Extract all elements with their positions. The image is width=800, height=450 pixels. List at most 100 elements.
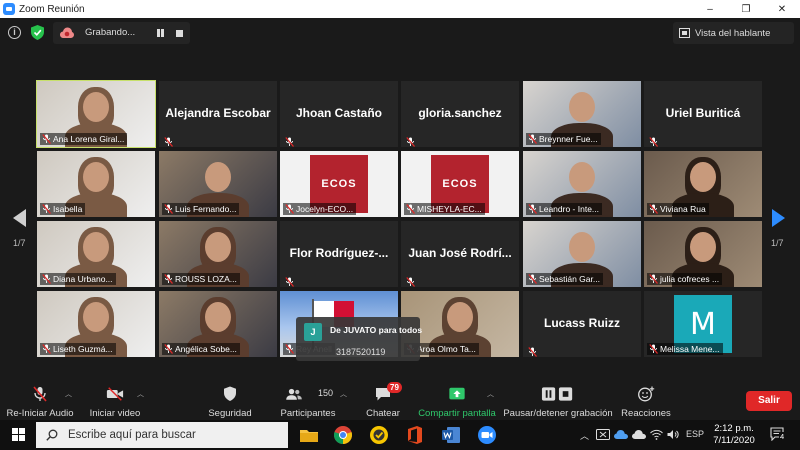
norton-icon[interactable] (369, 425, 389, 445)
participant-label-text: Sebastián Gar... (539, 274, 600, 284)
pause-recording-icon[interactable] (156, 28, 166, 38)
audio-options-caret[interactable]: ︿ (65, 389, 72, 399)
chat-notification[interactable]: J De JUVATO para todos 3187520119 (296, 317, 422, 361)
stop-recording-icon[interactable] (176, 30, 183, 37)
participant-tile[interactable]: julia cofreces ... (644, 221, 762, 287)
previous-page-arrow[interactable] (13, 209, 26, 227)
muted-mic-icon (164, 274, 173, 284)
muted-mic-icon (528, 344, 537, 357)
speaker-view-button[interactable]: Vista del hablante (673, 22, 794, 44)
windows-taskbar: ︿ ESP 2:12 p.m. 7/11/2020 4 (0, 420, 800, 450)
muted-mic-icon (406, 204, 415, 214)
participants-icon (286, 388, 303, 400)
pause-stop-icon (541, 387, 573, 401)
participant-tile[interactable]: Breynner Fue... (523, 81, 641, 147)
participant-label: ROUSS LOZA... (162, 273, 240, 285)
participant-tile[interactable]: Angélica Sobe... (159, 291, 277, 357)
participant-label: Luis Fernando... (162, 203, 240, 215)
wifi-icon[interactable] (650, 429, 663, 440)
participants-button[interactable]: Participantes (274, 378, 342, 420)
participant-tile[interactable]: M Melissa Mene... (644, 291, 762, 357)
meeting-info-icon[interactable]: i (8, 26, 21, 39)
tray-cloud-icon[interactable] (632, 429, 646, 440)
security-button[interactable]: Seguridad (200, 378, 260, 420)
volume-icon[interactable] (667, 429, 680, 440)
participant-tile[interactable]: Sebastián Gar... (523, 221, 641, 287)
share-options-caret[interactable]: ︿ (487, 389, 494, 399)
participant-label-text: Aroa Olmo Ta... (417, 344, 476, 354)
speaker-view-icon (679, 28, 690, 38)
page-indicator-left: 1/7 (13, 238, 26, 248)
muted-mic-icon (406, 134, 415, 147)
participant-label-text: julia cofreces ... (660, 274, 720, 284)
meeting-toolbar: Re-Iniciar Audio ︿ Iniciar video ︿ Segur… (0, 378, 800, 420)
participant-label-text: Jocelyn-ECO... (296, 204, 354, 214)
taskbar-clock[interactable]: 2:12 p.m. 7/11/2020 (708, 423, 760, 447)
participant-label-text: Luis Fernando... (175, 204, 237, 214)
participant-label-text: Angélica Sobe... (175, 344, 237, 354)
tray-keyboard-icon[interactable] (596, 429, 610, 440)
participant-label-text: Liseth Guzmá... (53, 344, 113, 354)
share-screen-label: Compartir pantalla (418, 408, 496, 419)
participant-tile[interactable]: Diana Urbano... (37, 221, 155, 287)
muted-mic-icon (649, 134, 658, 147)
participant-tile[interactable]: Flor Rodríguez-... (280, 221, 398, 287)
participant-label: Isabella (40, 203, 86, 215)
cloud-recording-icon (60, 27, 74, 38)
input-language[interactable]: ESP (686, 429, 704, 439)
close-button[interactable]: ✕ (764, 0, 800, 18)
participant-label: Diana Urbano... (40, 273, 116, 285)
muted-mic-icon (649, 204, 658, 214)
pause-stop-recording-button[interactable]: Pausar/detener grabación (503, 378, 613, 420)
participant-tile[interactable]: Lucass Ruizz (523, 291, 641, 357)
audio-button[interactable]: Re-Iniciar Audio (0, 378, 80, 420)
office-icon[interactable] (405, 425, 425, 445)
action-center-button[interactable]: 4 (770, 427, 786, 442)
participant-label-text: Melissa Mene... (660, 344, 720, 354)
participant-tile[interactable]: Viviana Rua (644, 151, 762, 217)
share-screen-button[interactable]: Compartir pantalla (414, 378, 500, 420)
minimize-button[interactable]: – (692, 0, 728, 18)
participant-tile[interactable]: Ana Lorena Giral... (36, 80, 156, 148)
muted-mic-icon (528, 134, 537, 144)
windows-start-icon[interactable] (12, 428, 25, 441)
participant-label: MISHEYLA-EC... (404, 203, 485, 215)
participant-tile[interactable]: Liseth Guzmá... (37, 291, 155, 357)
participant-tile[interactable]: ECOS Jocelyn-ECO... (280, 151, 398, 217)
participant-tile[interactable]: Luis Fernando... (159, 151, 277, 217)
leave-meeting-button[interactable]: Salir (746, 391, 792, 411)
participant-tile[interactable]: ECOS MISHEYLA-EC... (401, 151, 519, 217)
chat-unread-badge: 79 (387, 382, 402, 393)
reactions-button[interactable]: Reacciones (620, 378, 672, 420)
participant-label: Sebastián Gar... (526, 273, 603, 285)
window-title: Zoom Reunión (19, 3, 85, 15)
participants-options-caret[interactable]: ︿ (340, 389, 347, 399)
muted-mic-icon (649, 344, 658, 354)
word-icon[interactable] (441, 425, 461, 445)
muted-mic-icon (164, 204, 173, 214)
participant-tile[interactable]: Isabella (37, 151, 155, 217)
encryption-shield-icon[interactable] (31, 25, 44, 40)
participant-label: Breynner Fue... (526, 133, 601, 145)
participant-label-text: Breynner Fue... (539, 134, 598, 144)
participant-label-text: Isabella (53, 204, 83, 214)
video-button[interactable]: Iniciar video (84, 378, 146, 420)
video-options-caret[interactable]: ︿ (137, 389, 144, 399)
next-page-arrow[interactable] (772, 209, 785, 227)
participant-tile[interactable]: Uriel Buriticá (644, 81, 762, 147)
taskbar-search-input[interactable] (68, 429, 268, 441)
taskbar-search[interactable] (36, 422, 288, 448)
participant-tile[interactable]: Juan José Rodrí... (401, 221, 519, 287)
zoom-taskbar-icon[interactable] (477, 425, 497, 445)
file-explorer-icon[interactable] (299, 425, 319, 445)
restore-button[interactable]: ❐ (728, 0, 764, 18)
participant-label-text: Leandro - Inte... (539, 204, 600, 214)
tray-show-hidden-icon[interactable]: ︿ (580, 429, 589, 442)
participant-tile[interactable]: Jhoan Castaño (280, 81, 398, 147)
participant-tile[interactable]: Alejandra Escobar (159, 81, 277, 147)
participant-tile[interactable]: ROUSS LOZA... (159, 221, 277, 287)
participant-tile[interactable]: gloria.sanchez (401, 81, 519, 147)
chrome-icon[interactable] (333, 425, 353, 445)
participant-tile[interactable]: Leandro - Inte... (523, 151, 641, 217)
onedrive-cloud-icon[interactable] (614, 429, 628, 440)
